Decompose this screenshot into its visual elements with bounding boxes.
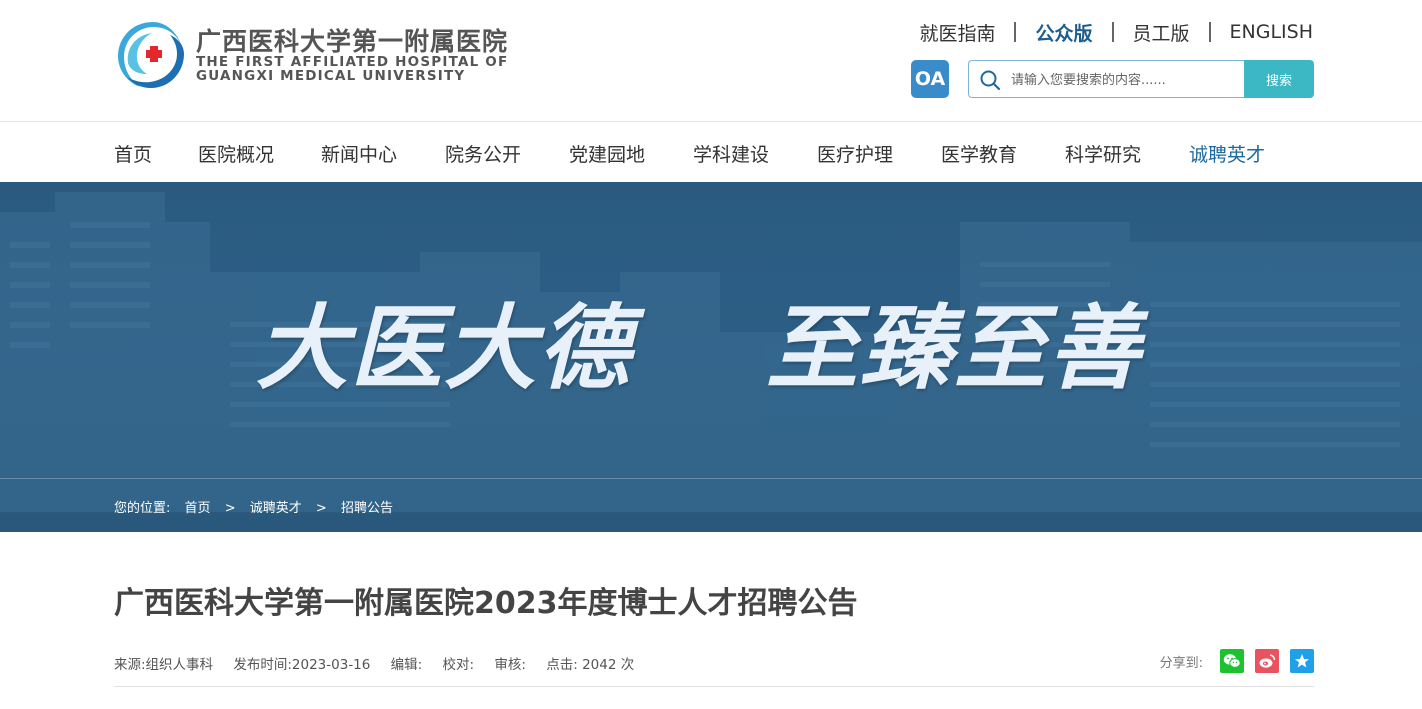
nav-item-news[interactable]: 新闻中心 [321,140,397,167]
logo-chinese-name: 广西医科大学第一附属医院 [196,27,509,56]
logo-english-name: THE FIRST AFFILIATED HOSPITAL OF GUANGXI… [196,55,508,83]
share-bar: 分享到: [1160,649,1314,673]
meta-editor: 编辑: [390,657,423,673]
top-link-public[interactable]: 公众版 [1035,19,1092,46]
meta-clicks: 点击: 2042 次 [546,657,635,673]
nav-item-disciplines[interactable]: 学科建设 [693,140,769,167]
search-button[interactable]: 搜索 [1244,60,1314,98]
page-banner: 大医大德 至臻至善 您的位置: 首页 > 诚聘英才 > 招聘公告 [0,182,1422,532]
breadcrumb-bar: 您的位置: 首页 > 诚聘英才 > 招聘公告 [0,478,1422,532]
breadcrumb-item-recruitment[interactable]: 诚聘英才 [250,501,302,516]
top-link-separator [1111,22,1114,42]
article-title: 广西医科大学第一附属医院2023年度博士人才招聘公告 [114,586,858,621]
logo-english-line-1: THE FIRST AFFILIATED HOSPITAL OF [196,54,509,70]
main-nav: 首页 医院概况 新闻中心 院务公开 党建园地 学科建设 医疗护理 医学教育 科学… [0,121,1422,186]
share-weibo-button[interactable] [1255,649,1279,673]
nav-item-affairs[interactable]: 院务公开 [445,140,521,167]
breadcrumb-separator: > [315,501,327,516]
banner-slogan-part-1: 大医大德 [256,294,633,402]
nav-item-overview[interactable]: 医院概况 [198,140,274,167]
nav-item-medical-care[interactable]: 医疗护理 [817,140,893,167]
nav-item-home[interactable]: 首页 [114,140,152,167]
top-link-guide[interactable]: 就医指南 [919,19,995,46]
breadcrumb-prefix: 您的位置: [114,501,171,516]
qzone-icon [1295,654,1309,668]
breadcrumb-item-home[interactable]: 首页 [185,501,211,516]
share-label: 分享到: [1159,655,1203,671]
nav-item-education[interactable]: 医学教育 [941,140,1017,167]
weibo-icon [1259,654,1276,668]
banner-slogan-part-2: 至臻至善 [766,294,1143,402]
meta-divider [114,686,1314,687]
top-link-english[interactable]: ENGLISH [1230,21,1313,43]
search-icon [980,70,1001,91]
hospital-logo-icon [118,22,184,88]
breadcrumb-separator: > [224,501,236,516]
logo-english-line-2: GUANGXI MEDICAL UNIVERSITY [196,68,466,84]
meta-date: 发布时间:2023-03-16 [233,657,371,673]
meta-source: 来源:组织人事科 [114,657,214,673]
wechat-icon [1223,654,1241,668]
search-input[interactable] [1009,61,1243,99]
nav-item-research[interactable]: 科学研究 [1065,140,1141,167]
share-wechat-button[interactable] [1220,649,1244,673]
search-bar: 搜索 [968,60,1314,99]
breadcrumb: 您的位置: 首页 > 诚聘英才 > 招聘公告 [114,497,403,516]
nav-item-party[interactable]: 党建园地 [569,140,645,167]
oa-button[interactable]: OA [911,60,949,98]
nav-item-recruitment[interactable]: 诚聘英才 [1189,140,1265,186]
meta-review: 审核: [494,657,526,673]
hospital-logo[interactable]: 广西医科大学第一附属医院 THE FIRST AFFILIATED HOSPIT… [114,18,574,92]
top-link-separator [1014,22,1017,42]
meta-proofread: 校对: [442,657,475,673]
article-meta: 来源:组织人事科 发布时间:2023-03-16 编辑: 校对: 审核: 点击:… [114,653,650,673]
site-header: 广西医科大学第一附属医院 THE FIRST AFFILIATED HOSPIT… [0,0,1422,121]
search-box [968,60,1245,99]
top-links: 就医指南 公众版 员工版 ENGLISH [919,19,1313,45]
top-link-separator [1208,22,1211,42]
breadcrumb-item-notice[interactable]: 招聘公告 [341,501,393,516]
top-link-staff[interactable]: 员工版 [1133,19,1190,46]
share-qzone-button[interactable] [1290,649,1314,673]
